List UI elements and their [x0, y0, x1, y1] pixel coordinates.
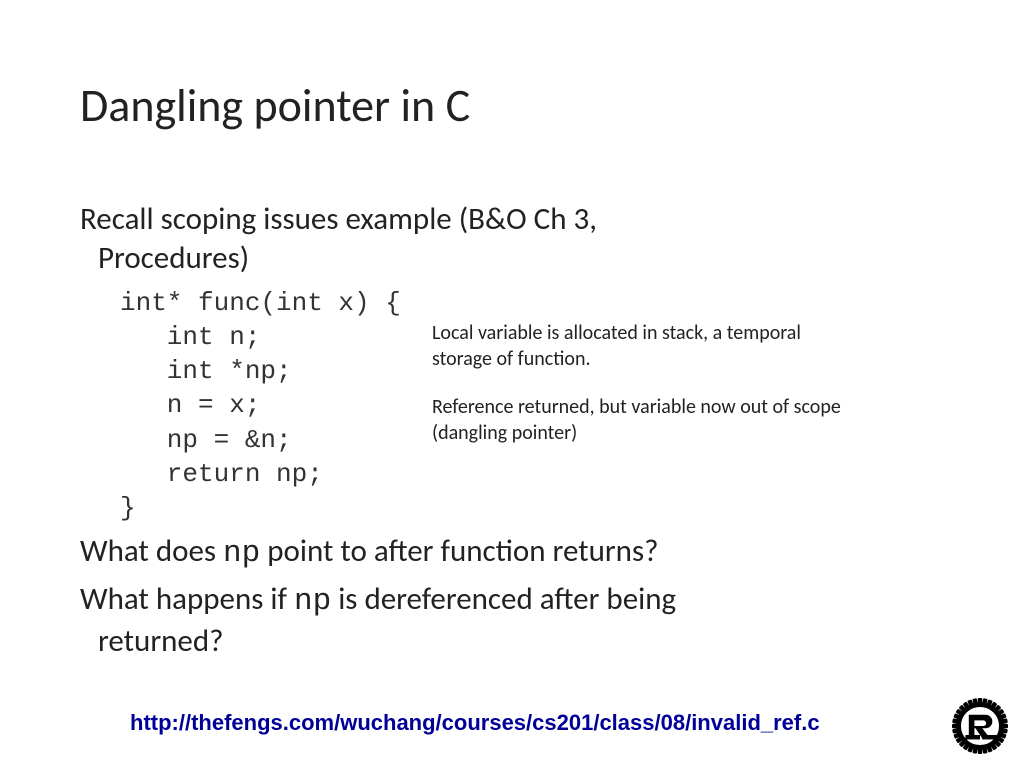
url-reference: http://thefengs.com/wuchang/courses/cs20…: [130, 710, 820, 736]
q2-code: np: [294, 584, 331, 619]
q1-part-a: What does: [80, 532, 223, 570]
question-1: What does np point to after function ret…: [80, 532, 950, 574]
q1-code: np: [223, 536, 260, 571]
slide: Dangling pointer in C Recall scoping iss…: [0, 0, 1024, 768]
intro-line1: Recall scoping issues example (B&O Ch 3,: [80, 200, 597, 238]
annotation-para2: Reference returned, but variable now out…: [432, 394, 852, 446]
intro-line2: Procedures): [98, 239, 950, 278]
intro-text: Recall scoping issues example (B&O Ch 3,…: [80, 200, 950, 278]
q1-part-b: point to after function returns?: [260, 532, 658, 570]
slide-title: Dangling pointer in C: [80, 78, 470, 134]
annotation: Local variable is allocated in stack, a …: [432, 320, 852, 446]
rust-logo-icon: [952, 698, 1008, 754]
q2-part-a: What happens if: [80, 580, 294, 618]
annotation-para1: Local variable is allocated in stack, a …: [432, 320, 852, 372]
q2-part-b: is dereferenced after being: [331, 580, 676, 618]
q2-part-c: returned?: [98, 622, 950, 662]
question-2: What happens if np is dereferenced after…: [80, 580, 950, 661]
